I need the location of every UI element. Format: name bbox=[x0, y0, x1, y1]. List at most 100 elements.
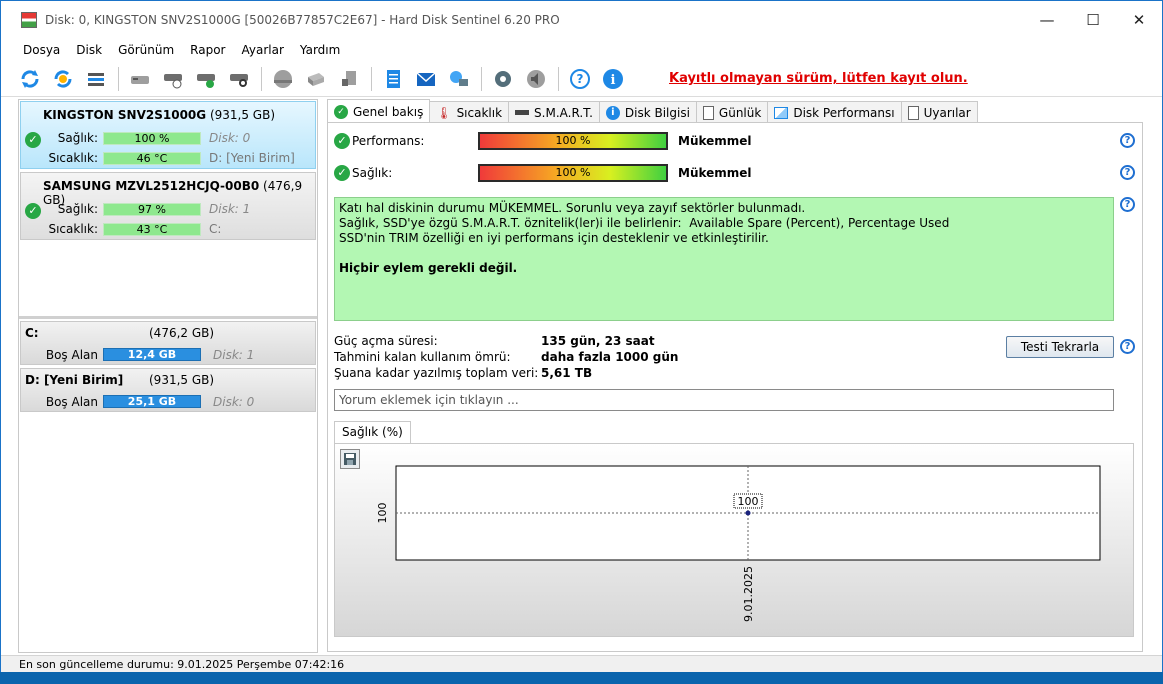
help-icon[interactable]: ? bbox=[1120, 165, 1135, 180]
report-icon[interactable] bbox=[380, 66, 406, 92]
disk-list-panel: KINGSTON SNV2S1000G (931,5 GB) ✓ Sağlık:… bbox=[18, 99, 318, 653]
free-space-label: Boş Alan bbox=[45, 348, 98, 362]
toolbar-separator bbox=[261, 66, 262, 91]
volume-info: C: bbox=[209, 222, 222, 236]
toolbar-separator bbox=[481, 66, 482, 91]
disk-number: Disk: 0 bbox=[213, 395, 255, 409]
external-disk-icon[interactable] bbox=[303, 66, 329, 92]
panel-splitter[interactable] bbox=[19, 316, 317, 319]
menu-yardim[interactable]: Yardım bbox=[300, 43, 340, 57]
health-chart: 100 9.01.2025 100 bbox=[376, 465, 1101, 622]
performance-bar: 100 % bbox=[478, 132, 668, 150]
chart-icon bbox=[774, 106, 789, 119]
disk-number: Disk: 0 bbox=[209, 131, 251, 145]
health-bar: 100 % bbox=[103, 132, 201, 145]
tab-label: Sıcaklık bbox=[456, 105, 503, 120]
health-label: Sağlık: bbox=[57, 131, 98, 145]
lifetime-value: daha fazla 1000 gün bbox=[541, 350, 679, 364]
settings-gear-icon[interactable] bbox=[490, 66, 516, 92]
tab-log[interactable]: Günlük bbox=[695, 101, 769, 123]
alerts-document-icon bbox=[907, 105, 919, 120]
maximize-button[interactable]: ☐ bbox=[1070, 1, 1116, 39]
menu-ayarlar[interactable]: Ayarlar bbox=[242, 43, 284, 57]
details-panel: ✓ Genel bakış 🌡 Sıcaklık S.M.A.R.T. i Di… bbox=[321, 99, 1147, 653]
volume-info: D: [Yeni Birim] bbox=[209, 151, 295, 165]
menu-gorunum[interactable]: Görünüm bbox=[118, 43, 174, 57]
message-line: SSD'nin TRIM özelliği en iyi performans … bbox=[339, 231, 769, 245]
volume-card-d[interactable]: D: [Yeni Birim] (931,5 GB) Boş Alan 25,1… bbox=[20, 368, 316, 412]
help-icon[interactable]: ? bbox=[1120, 133, 1135, 148]
last-update-status: En son güncelleme durumu: 9.01.2025 Perş… bbox=[19, 658, 345, 671]
tab-label: S.M.A.R.T. bbox=[534, 105, 593, 120]
temperature-bar: 46 °C bbox=[103, 152, 201, 165]
help-icon[interactable]: ? bbox=[1120, 197, 1135, 212]
tab-label: Disk Bilgisi bbox=[624, 105, 690, 120]
sound-icon[interactable] bbox=[523, 66, 549, 92]
network-icon[interactable] bbox=[446, 66, 472, 92]
lifetime-label: Tahmini kalan kullanım ömrü: bbox=[334, 350, 511, 364]
desktop-strip bbox=[0, 672, 1163, 684]
chart-tab-health[interactable]: Sağlık (%) bbox=[334, 421, 411, 443]
tab-smart[interactable]: S.M.A.R.T. bbox=[508, 101, 600, 123]
close-button[interactable]: ✕ bbox=[1116, 1, 1162, 39]
usb-disk-icon[interactable] bbox=[336, 66, 362, 92]
tab-label: Disk Performansı bbox=[793, 105, 895, 120]
retest-button[interactable]: Testi Tekrarla bbox=[1006, 336, 1114, 358]
health-verdict: Mükemmel bbox=[678, 166, 752, 180]
tab-overview[interactable]: ✓ Genel bakış bbox=[327, 99, 431, 123]
disk-card-samsung[interactable]: SAMSUNG MZVL2512HCJQ-00B0 (476,9 GB) ✓ S… bbox=[20, 172, 316, 240]
tab-temperature[interactable]: 🌡 Sıcaklık bbox=[429, 101, 510, 123]
thermometer-icon: 🌡 bbox=[436, 105, 452, 120]
disk-surface-icon[interactable] bbox=[270, 66, 296, 92]
comment-input[interactable]: Yorum eklemek için tıklayın ... bbox=[334, 389, 1114, 411]
registration-link[interactable]: Kayıtlı olmayan sürüm, lütfen kayıt olun… bbox=[669, 71, 968, 86]
power-on-value: 135 gün, 23 saat bbox=[541, 334, 655, 348]
disk-test-icon[interactable] bbox=[127, 66, 153, 92]
volume-name: C: bbox=[25, 326, 39, 340]
minimize-button[interactable]: — bbox=[1024, 1, 1070, 39]
tab-disk-info[interactable]: i Disk Bilgisi bbox=[598, 101, 697, 123]
disk-size: (931,5 GB) bbox=[209, 108, 276, 122]
temperature-bar: 43 °C bbox=[103, 223, 201, 236]
refresh-icon[interactable] bbox=[17, 66, 43, 92]
disk-card-kingston[interactable]: KINGSTON SNV2S1000G (931,5 GB) ✓ Sağlık:… bbox=[20, 101, 316, 169]
drive-icon bbox=[515, 110, 530, 115]
volume-name: D: [Yeni Birim] bbox=[25, 373, 124, 387]
info-icon[interactable]: i bbox=[600, 66, 626, 92]
x-axis-tick-label: 9.01.2025 bbox=[742, 566, 755, 622]
tab-label: Genel bakış bbox=[353, 104, 424, 119]
app-icon bbox=[21, 12, 37, 28]
disk-schedule-icon[interactable] bbox=[160, 66, 186, 92]
tab-bar: ✓ Genel bakış 🌡 Sıcaklık S.M.A.R.T. i Di… bbox=[327, 99, 978, 123]
tab-alerts[interactable]: Uyarılar bbox=[900, 101, 978, 123]
help-icon[interactable]: ? bbox=[567, 66, 593, 92]
temperature-label: Sıcaklık: bbox=[48, 222, 98, 236]
message-line: Sağlık, SSD'ye özgü S.M.A.R.T. öznitelik… bbox=[339, 216, 950, 230]
volume-card-c[interactable]: C: (476,2 GB) Boş Alan 12,4 GB Disk: 1 bbox=[20, 321, 316, 365]
volume-size: (476,2 GB) bbox=[149, 326, 215, 340]
health-bar: 100 % bbox=[478, 164, 668, 182]
performance-verdict: Mükemmel bbox=[678, 134, 752, 148]
menu-bar: Dosya Disk Görünüm Rapor Ayarlar Yardım bbox=[1, 39, 1162, 61]
check-icon: ✓ bbox=[334, 104, 348, 119]
menu-dosya[interactable]: Dosya bbox=[23, 43, 60, 57]
menu-disk[interactable]: Disk bbox=[76, 43, 102, 57]
email-icon[interactable] bbox=[413, 66, 439, 92]
title-bar: Disk: 0, KINGSTON SNV2S1000G [50026B7785… bbox=[1, 1, 1162, 39]
message-action: Hiçbir eylem gerekli değil. bbox=[339, 261, 518, 275]
disk-ok-icon[interactable] bbox=[193, 66, 219, 92]
menu-rapor[interactable]: Rapor bbox=[190, 43, 225, 57]
tab-disk-performance[interactable]: Disk Performansı bbox=[767, 101, 902, 123]
disk-list-icon[interactable] bbox=[83, 66, 109, 92]
overview-content: ✓ Performans: 100 % Mükemmel ? ✓ Sağlık:… bbox=[327, 122, 1143, 652]
disk-number: Disk: 1 bbox=[213, 348, 255, 362]
help-icon[interactable]: ? bbox=[1120, 339, 1135, 354]
disk-search-icon[interactable] bbox=[226, 66, 252, 92]
window-title: Disk: 0, KINGSTON SNV2S1000G [50026B7785… bbox=[45, 13, 560, 27]
tab-label: Günlük bbox=[718, 105, 762, 120]
status-bar: En son güncelleme durumu: 9.01.2025 Perş… bbox=[1, 655, 1162, 673]
document-icon bbox=[702, 105, 714, 120]
health-chart-area: 100 9.01.2025 100 bbox=[334, 443, 1134, 637]
refresh-all-icon[interactable] bbox=[50, 66, 76, 92]
data-label: 100 bbox=[738, 495, 759, 508]
